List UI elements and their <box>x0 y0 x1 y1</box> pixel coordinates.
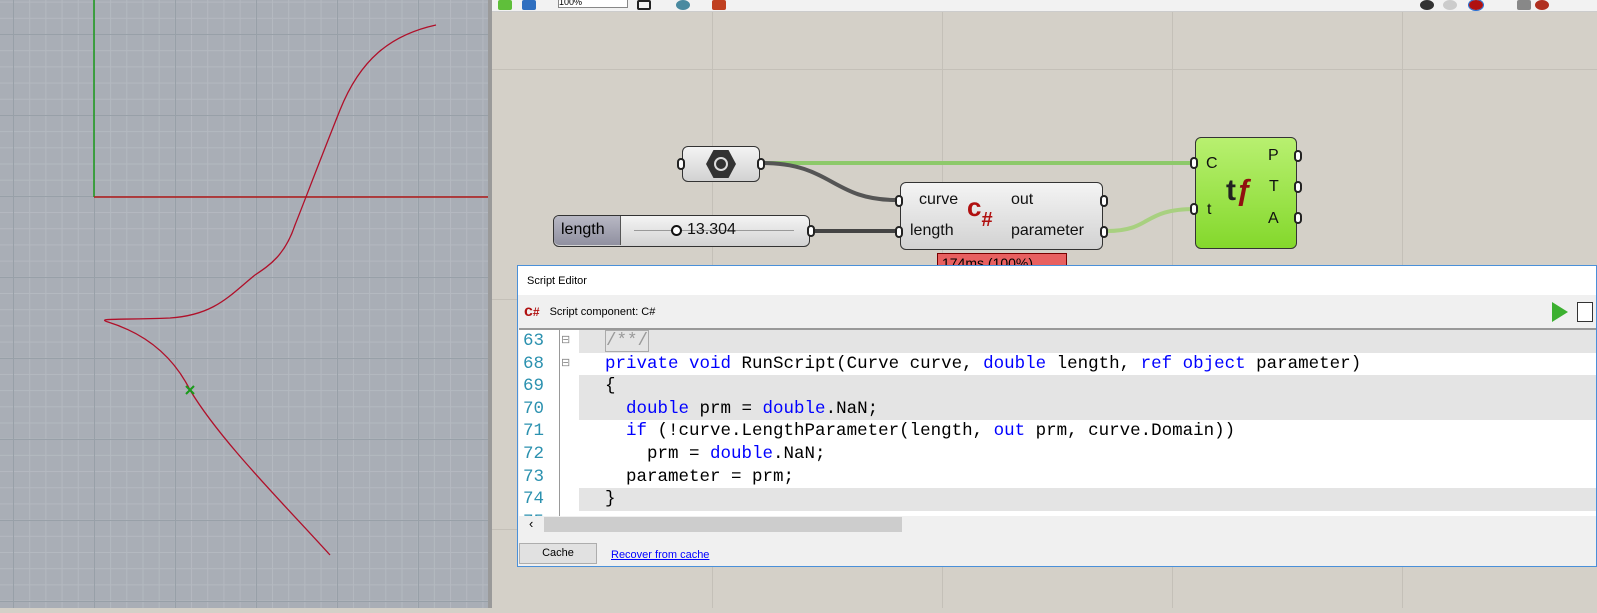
csharp-icon: c# <box>524 302 540 320</box>
editor-header: c# Script component: C# <box>518 295 1596 328</box>
input-port[interactable] <box>677 158 685 170</box>
code-text: if (!curve.LengthParameter(length, out p… <box>626 421 1236 442</box>
editor-subtitle: Script component: C# <box>549 305 656 318</box>
code-text: { <box>579 375 1596 398</box>
rhino-viewport[interactable] <box>0 0 490 608</box>
green-icon[interactable] <box>498 0 512 10</box>
preview-selected-icon[interactable] <box>1468 0 1484 11</box>
evaluate-curve-component[interactable]: C t tƒ P T A <box>1190 137 1302 249</box>
code-text: prm = double.NaN; <box>605 444 826 464</box>
recover-from-cache-link[interactable]: Recover from cache <box>611 549 709 561</box>
zoom-field[interactable]: 100% <box>558 0 628 8</box>
curve[interactable] <box>104 24 437 556</box>
line-number: 73 <box>523 466 545 487</box>
code-line[interactable]: 70 double prm = double.NaN; <box>519 397 1596 421</box>
script-editor-window: Script Editor c# Script component: C# ⊟ 6… <box>517 265 1597 567</box>
horizontal-scrollbar[interactable]: ‹ <box>519 516 1596 533</box>
slider-grip[interactable] <box>671 225 682 236</box>
csharp-icon: c# <box>967 192 993 231</box>
shrink-editor-icon[interactable] <box>1577 301 1593 322</box>
input-curve-label: curve <box>919 191 959 208</box>
code-line[interactable]: 73 parameter = prm; <box>519 466 1596 489</box>
preview-shaded-icon[interactable] <box>1443 0 1457 10</box>
csharp-script-component[interactable]: curve length c# out parameter 174ms (100… <box>895 182 1108 267</box>
line-number: 68 <box>523 353 545 374</box>
brush-icon[interactable] <box>712 0 726 10</box>
line-number: 71 <box>523 421 545 442</box>
output-port-parameter[interactable] <box>1100 226 1108 238</box>
code-line[interactable]: 72 prm = double.NaN; <box>519 443 1596 466</box>
code-text: /**/ <box>579 330 1596 353</box>
point-marker <box>185 385 195 395</box>
fold-icon[interactable]: ⊟ <box>561 330 570 353</box>
output-p-label: P <box>1268 147 1279 164</box>
output-parameter-label: parameter <box>1011 222 1084 239</box>
output-a-label: A <box>1268 210 1279 227</box>
cache-button[interactable]: Cache <box>519 543 597 564</box>
display-icon[interactable] <box>1517 0 1531 10</box>
output-t-label: T <box>1269 178 1279 195</box>
viewport-geometry <box>93 0 490 556</box>
preview-wire-icon[interactable] <box>1420 0 1434 10</box>
code-editor[interactable]: ⊟ 63 /**/ ⊟ 68 private void RunScript(Curve c… <box>519 328 1596 516</box>
input-port-c[interactable] <box>1190 157 1198 169</box>
line-number: 74 <box>523 489 545 510</box>
code-line[interactable]: 74} <box>519 488 1596 511</box>
output-port[interactable] <box>757 158 765 170</box>
display2-icon[interactable] <box>1535 0 1549 10</box>
wire-curve-to-script <box>761 161 897 202</box>
slider-value: 13.304 <box>687 221 736 238</box>
input-length-label: length <box>910 222 954 239</box>
code-text: double prm = double.NaN; <box>579 397 1596 421</box>
wire-parameter-to-t <box>1106 207 1196 233</box>
zoom-extents-icon[interactable] <box>637 0 651 10</box>
output-port-a[interactable] <box>1294 212 1302 224</box>
output-port-p[interactable] <box>1294 150 1302 162</box>
curve-param-icon <box>706 150 736 178</box>
canvas-toolbar: 100% <box>492 0 1597 12</box>
preview-icon[interactable] <box>676 0 690 10</box>
curve-parameter[interactable] <box>677 146 765 182</box>
run-icon[interactable] <box>1552 301 1568 322</box>
input-port-t[interactable] <box>1190 203 1198 215</box>
line-number: 69 <box>523 376 545 397</box>
code-line[interactable]: ⊟ 68 private void RunScript(Curve curve, d… <box>519 353 1596 376</box>
input-port-curve[interactable] <box>895 195 903 207</box>
line-number: 72 <box>523 444 545 464</box>
code-text: private void RunScript(Curve curve, doub… <box>605 353 1362 374</box>
output-out-label: out <box>1011 191 1034 208</box>
input-port-length[interactable] <box>895 226 903 238</box>
code-text: parameter = prm; <box>605 466 795 487</box>
code-line[interactable]: ⊟ 63 /**/ <box>519 330 1596 353</box>
output-port[interactable] <box>807 225 815 237</box>
scroll-thumb[interactable] <box>544 517 902 532</box>
number-slider[interactable]: length 13.304 <box>553 215 815 247</box>
output-port-t[interactable] <box>1294 181 1302 193</box>
evaluate-curve-icon: tƒ <box>1226 174 1253 207</box>
input-t-label: t <box>1207 201 1212 218</box>
code-line[interactable]: 71 if (!curve.LengthParameter(length, ou… <box>519 420 1596 443</box>
window-title: Script Editor <box>518 266 1596 295</box>
code-line[interactable]: 69 { <box>519 375 1596 398</box>
line-number: 63 <box>523 331 545 351</box>
fold-icon[interactable]: ⊟ <box>561 353 570 376</box>
panel-icon[interactable] <box>522 0 536 10</box>
slider-label: length <box>554 216 621 245</box>
code-text: } <box>579 488 1596 511</box>
input-c-label: C <box>1206 155 1218 172</box>
line-number: 70 <box>523 398 545 419</box>
output-port-out[interactable] <box>1100 195 1108 207</box>
scroll-left-icon[interactable]: ‹ <box>529 516 533 531</box>
